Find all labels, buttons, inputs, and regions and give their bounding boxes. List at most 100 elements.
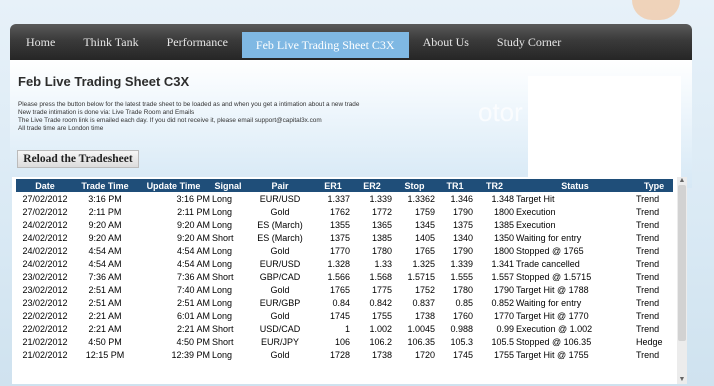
cell-stop: 1405 — [414, 232, 435, 243]
table-row: 22/02/2012 2:21 AM 6:01 AM Long Gold 1745 1755… — [16, 309, 673, 322]
cell-pair: Gold — [270, 245, 290, 256]
cell-date: 23/02/2012 — [22, 284, 68, 295]
cell-er2: 1.002 — [369, 323, 392, 334]
cell-stop: 1738 — [414, 310, 435, 321]
cell-date: 24/02/2012 — [22, 219, 68, 230]
cell-type: Trend — [636, 219, 660, 230]
cell-update-time: 3:16 PM — [176, 193, 210, 204]
cell-signal: Long — [212, 310, 233, 321]
cell-tr2: 1800 — [493, 206, 514, 217]
nav-think-tank[interactable]: Think Tank — [69, 24, 152, 60]
cell-er1: 1.328 — [327, 258, 350, 269]
cell-signal: Long — [212, 245, 233, 256]
cell-er2: 1365 — [371, 219, 392, 230]
table-scrollbar[interactable]: ▲ ▼ — [677, 177, 687, 384]
cell-date: 27/02/2012 — [22, 206, 68, 217]
table-row: 22/02/2012 2:21 AM 2:21 AM Short USD/CAD 1 1.0… — [16, 322, 673, 335]
cell-signal: Long — [212, 284, 233, 295]
col-header-stop: Stop — [393, 179, 436, 192]
cell-signal: Long — [212, 206, 233, 217]
table-row: 24/02/2012 4:54 AM 4:54 AM Long EUR/USD 1.328… — [16, 257, 673, 270]
cell-trade-time: 9:20 AM — [88, 232, 122, 243]
cell-signal: Long — [212, 193, 233, 204]
col-header-er1: ER1 — [315, 179, 351, 192]
intro-line: All trade time are London time — [18, 125, 104, 132]
cell-er1: 106 — [334, 336, 350, 347]
cell-stop: 1765 — [414, 245, 435, 256]
cell-signal: Short — [212, 232, 234, 243]
cell-tr1: 1790 — [452, 206, 473, 217]
nav-home[interactable]: Home — [10, 24, 69, 60]
table-row: 23/02/2012 7:36 AM 7:36 AM Short GBP/CAD 1.56… — [16, 270, 673, 283]
nav-feb-live-trading-sheet[interactable]: Feb Live Trading Sheet C3X — [241, 31, 409, 58]
cell-er2: 1.568 — [369, 271, 392, 282]
cell-er1: 1745 — [329, 310, 350, 321]
cell-stop: 0.837 — [412, 297, 435, 308]
cell-update-time: 4:54 AM — [176, 245, 210, 256]
col-header-tr1: TR1 — [436, 179, 474, 192]
cell-signal: Short — [212, 323, 234, 334]
cell-tr2: 1770 — [493, 310, 514, 321]
intro-line: New trade intimation is done via: Live T… — [18, 109, 195, 116]
cell-stop: 106.35 — [407, 336, 435, 347]
scroll-up-arrow-icon[interactable]: ▲ — [677, 177, 687, 185]
cell-status: Target Hit — [516, 193, 555, 204]
cell-update-time: 7:40 AM — [176, 284, 210, 295]
cell-status: Execution — [516, 206, 556, 217]
table-row: 23/02/2012 2:51 AM 2:51 AM Long EUR/GBP 0.84 0… — [16, 296, 673, 309]
cell-tr1: 0.85 — [455, 297, 473, 308]
table-row: 24/02/2012 9:20 AM 9:20 AM Short ES (March) 1… — [16, 231, 673, 244]
cell-signal: Long — [212, 258, 233, 269]
cell-type: Trend — [636, 349, 660, 360]
cell-type: Trend — [636, 193, 660, 204]
cell-stop: 1.0045 — [407, 323, 435, 334]
cell-er1: 1762 — [329, 206, 350, 217]
cell-stop: 1.5715 — [407, 271, 435, 282]
cell-status: Stopped @ 1.5715 — [516, 271, 592, 282]
cell-pair: EUR/USD — [259, 193, 301, 204]
cell-tr2: 1.341 — [491, 258, 514, 269]
cell-pair: Gold — [270, 206, 290, 217]
col-header-update-time: Update Time — [136, 179, 211, 192]
cell-tr1: 1790 — [452, 245, 473, 256]
cell-tr1: 1340 — [452, 232, 473, 243]
cell-er2: 1775 — [371, 284, 392, 295]
cell-type: Trend — [636, 323, 660, 334]
scrollbar-thumb[interactable] — [678, 185, 686, 341]
cell-type: Trend — [636, 206, 660, 217]
reload-tradesheet-button[interactable]: Reload the Tradesheet — [17, 150, 139, 168]
table-row: 23/02/2012 2:51 AM 7:40 AM Long Gold 1765 1775… — [16, 283, 673, 296]
watermark-text: otor — [478, 97, 523, 127]
cell-status: Stopped @ 106.35 — [516, 336, 592, 347]
cell-status: Target Hit @ 1770 — [516, 310, 589, 321]
cell-trade-time: 9:20 AM — [88, 219, 122, 230]
cell-pair: EUR/GBP — [259, 297, 301, 308]
cell-er2: 1772 — [371, 206, 392, 217]
col-header-er2: ER2 — [351, 179, 393, 192]
cell-er1: 1375 — [329, 232, 350, 243]
cell-er1: 1770 — [329, 245, 350, 256]
cell-tr2: 0.99 — [496, 323, 514, 334]
cell-stop: 1.325 — [412, 258, 435, 269]
cell-status: Waiting for entry — [516, 232, 582, 243]
cell-type: Trend — [636, 284, 660, 295]
cell-status: Trade cancelled — [516, 258, 580, 269]
cell-type: Trend — [636, 297, 660, 308]
cell-type: Trend — [636, 245, 660, 256]
cell-tr2: 1800 — [493, 245, 514, 256]
cell-pair: ES (March) — [257, 232, 303, 243]
cell-er2: 106.2 — [369, 336, 392, 347]
cell-date: 21/02/2012 — [22, 349, 68, 360]
cell-trade-time: 2:51 AM — [88, 297, 122, 308]
cell-er1: 1728 — [329, 349, 350, 360]
cell-signal: Long — [212, 219, 233, 230]
cell-status: Target Hit @ 1788 — [516, 284, 589, 295]
cell-status: Stopped @ 1765 — [516, 245, 584, 256]
cell-trade-time: 4:54 AM — [88, 245, 122, 256]
nav-about-us[interactable]: About Us — [409, 24, 483, 60]
cell-trade-time: 7:36 AM — [88, 271, 122, 282]
scroll-down-arrow-icon[interactable]: ▼ — [677, 376, 687, 384]
nav-performance[interactable]: Performance — [153, 24, 242, 60]
cell-tr2: 1.348 — [491, 193, 514, 204]
nav-study-corner[interactable]: Study Corner — [483, 24, 575, 60]
